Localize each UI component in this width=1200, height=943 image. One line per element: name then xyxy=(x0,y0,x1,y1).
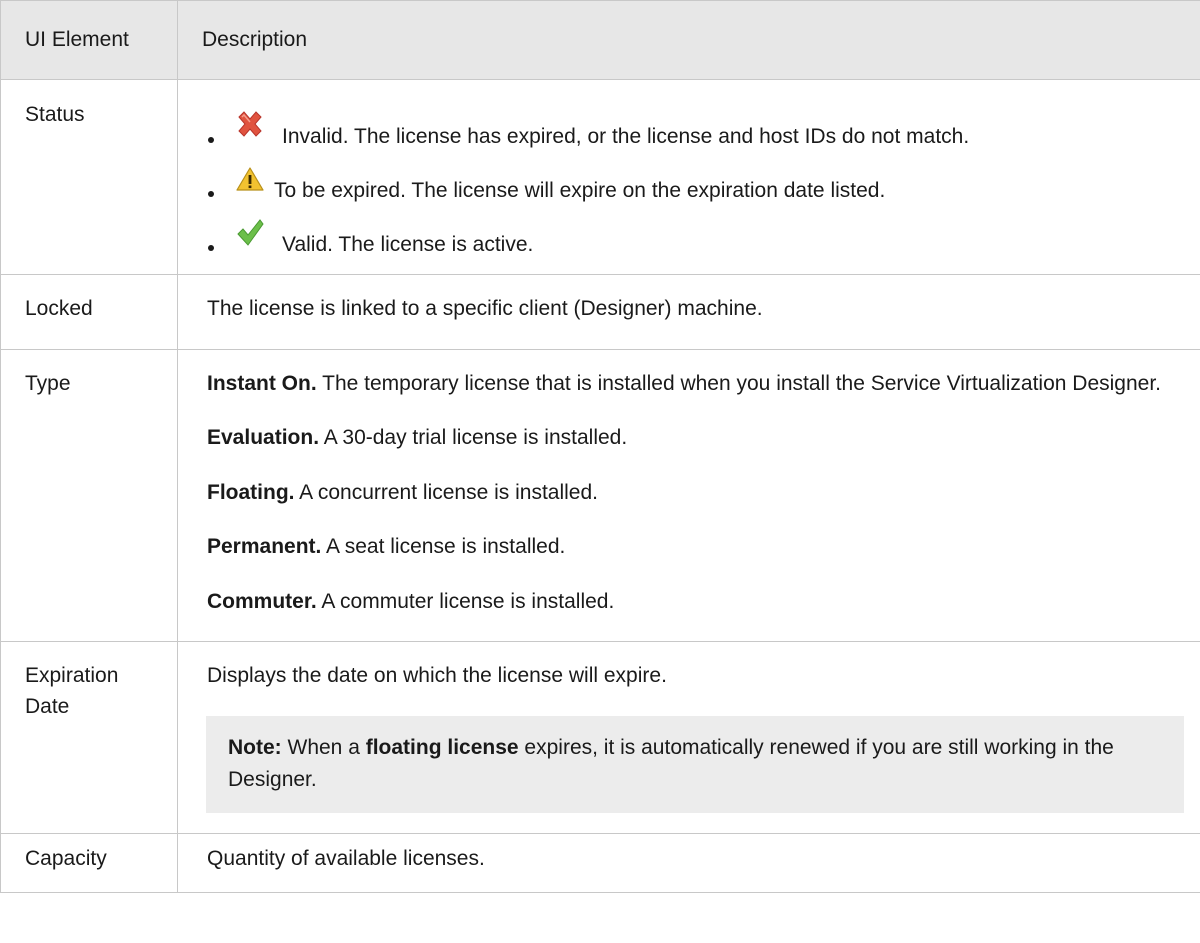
locked-description-text: The license is linked to a specific clie… xyxy=(207,297,763,320)
element-expiration-date: Expiration Date xyxy=(0,641,178,834)
status-bullet-invalid: Invalid. The license has expired, or the… xyxy=(208,98,1188,152)
type-term: Commuter. xyxy=(207,589,317,613)
type-text: A 30-day trial license is installed. xyxy=(319,426,628,450)
warning-triangle-icon xyxy=(234,163,266,195)
type-term: Instant On. xyxy=(207,372,317,395)
description-status: Invalid. The license has expired, or the… xyxy=(177,79,1200,275)
green-check-icon xyxy=(234,217,266,249)
status-to-be-expired-text: To be expired. The license will expire o… xyxy=(274,178,886,202)
table-row-locked: Locked The license is linked to a specif… xyxy=(0,274,1200,350)
note-box: Note: When a floating license expires, i… xyxy=(206,715,1184,813)
table-row-type: Type Instant On. The temporary license t… xyxy=(0,348,1200,643)
bullet-dot xyxy=(208,137,214,143)
status-bullet-to-be-expired: To be expired. The license will expire o… xyxy=(208,152,1188,206)
description-expiration-date: Displays the date on which the license w… xyxy=(177,641,1200,834)
type-text: A seat license is installed. xyxy=(321,535,566,559)
bullet-dot xyxy=(208,245,214,251)
description-locked: The license is linked to a specific clie… xyxy=(177,274,1200,350)
type-text: A concurrent license is installed. xyxy=(294,480,598,504)
status-invalid-text: Invalid. The license has expired, or the… xyxy=(282,124,970,148)
type-instant-on: Instant On. The temporary license that i… xyxy=(207,369,1184,399)
type-commuter: Commuter. A commuter license is installe… xyxy=(207,587,1184,617)
type-text: A commuter license is installed. xyxy=(316,589,615,613)
type-permanent: Permanent. A seat license is installed. xyxy=(207,532,1184,562)
note-text: When a xyxy=(281,735,366,759)
note-label: Note: xyxy=(228,735,282,759)
bullet-dot xyxy=(208,191,214,197)
type-text: The temporary license that is installed … xyxy=(316,372,1161,395)
type-evaluation: Evaluation. A 30-day trial license is in… xyxy=(207,423,1184,453)
license-info-table: UI Element Description Status Invalid. T… xyxy=(0,0,1200,893)
type-term: Permanent. xyxy=(207,535,322,559)
description-type: Instant On. The temporary license that i… xyxy=(177,348,1200,643)
type-floating: Floating. A concurrent license is instal… xyxy=(207,478,1184,508)
note-bold-term: floating license xyxy=(365,735,519,759)
table-row-status: Status Invalid. The license has expired,… xyxy=(0,79,1200,275)
table-header-row: UI Element Description xyxy=(0,0,1200,80)
element-type: Type xyxy=(0,348,178,643)
description-capacity: Quantity of available licenses. xyxy=(177,832,1200,893)
header-description: Description xyxy=(177,0,1200,80)
header-ui-element: UI Element xyxy=(0,0,178,80)
expiration-description-text: Displays the date on which the license w… xyxy=(207,664,667,688)
element-capacity: Capacity xyxy=(0,832,178,893)
table-row-expiration-date: Expiration Date Displays the date on whi… xyxy=(0,641,1200,834)
red-x-icon xyxy=(234,109,266,141)
status-bullet-valid: Valid. The license is active. xyxy=(208,206,1188,260)
table-row-capacity: Capacity Quantity of available licenses. xyxy=(0,832,1200,893)
status-valid-text: Valid. The license is active. xyxy=(282,232,534,256)
type-term: Floating. xyxy=(207,480,295,504)
type-term: Evaluation. xyxy=(207,426,320,450)
element-locked: Locked xyxy=(0,274,178,350)
element-status: Status xyxy=(0,79,178,275)
